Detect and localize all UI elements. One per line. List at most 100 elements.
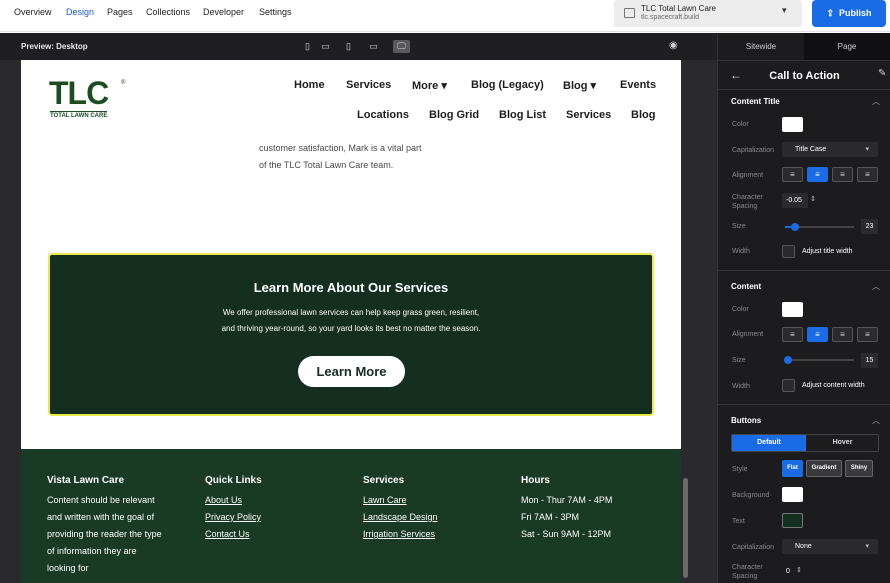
title-width-label: Width <box>732 248 750 255</box>
footer-link-about[interactable]: About Us <box>205 492 262 509</box>
slider-knob[interactable] <box>791 223 800 231</box>
tab-page[interactable]: Page <box>804 33 890 60</box>
menu-blog-grid[interactable]: Blog Grid <box>429 109 479 121</box>
align-right-icon[interactable]: ≡ <box>832 327 853 342</box>
tab-design[interactable]: Design <box>66 7 94 17</box>
menu-blog-dropdown[interactable]: Blog ▾ <box>563 79 596 92</box>
align-center-icon[interactable]: ≡ <box>807 167 828 182</box>
site-domain: tlc.spacecraft.build <box>641 14 699 21</box>
section-content-title[interactable]: Content Title <box>731 97 780 106</box>
menu-blog-2[interactable]: Blog <box>631 109 655 121</box>
footer-col-about: Vista Lawn Care Content should be releva… <box>47 475 162 577</box>
site-preview: TLC ® TOTAL LAWN CARE Home Services More… <box>21 60 681 583</box>
button-background-swatch[interactable] <box>782 487 803 502</box>
desktop-icon[interactable]: 🖵 <box>393 40 410 53</box>
footer-text: of information they are <box>47 546 137 556</box>
learn-more-button[interactable]: Learn More <box>298 356 405 387</box>
pencil-icon[interactable]: ✎ <box>878 68 886 79</box>
title-color-swatch[interactable] <box>782 117 803 132</box>
tab-collections[interactable]: Collections <box>146 7 190 17</box>
chevron-down-icon: ▾ <box>782 5 787 15</box>
content-size-slider[interactable] <box>784 356 854 364</box>
footer-heading: Hours <box>521 475 550 486</box>
content-size-label: Size <box>732 357 746 364</box>
section-buttons[interactable]: Buttons <box>731 416 761 425</box>
chevron-up-icon[interactable]: ︿ <box>872 96 880 107</box>
align-center-icon[interactable]: ≡ <box>807 327 828 342</box>
stepper-icon[interactable]: ⇕ <box>810 195 816 204</box>
style-flat-button[interactable]: Flat <box>782 460 803 477</box>
footer-link-privacy[interactable]: Privacy Policy <box>205 509 262 526</box>
section-content[interactable]: Content <box>731 282 761 291</box>
footer-link-landscape[interactable]: Landscape Design <box>363 509 438 526</box>
logo-subtitle: TOTAL LAWN CARE <box>50 111 108 119</box>
title-width-checkbox[interactable] <box>782 245 795 258</box>
align-justify-icon[interactable]: ≡ <box>857 167 878 182</box>
slider-knob[interactable] <box>784 356 793 364</box>
site-selector[interactable]: TLC Total Lawn Care tlc.spacecraft.build… <box>614 0 802 27</box>
style-gradient-button[interactable]: Gradient <box>806 460 842 477</box>
align-right-icon[interactable]: ≡ <box>832 167 853 182</box>
tab-sitewide[interactable]: Sitewide <box>718 33 804 60</box>
cta-body-line: We offer professional lawn services can … <box>222 308 480 317</box>
button-spacing-input[interactable]: 0 <box>782 564 794 579</box>
menu-home[interactable]: Home <box>294 79 325 91</box>
menu-events[interactable]: Events <box>620 79 656 91</box>
publish-button[interactable]: ⇪ Publish <box>812 0 886 27</box>
menu-blog-list[interactable]: Blog List <box>499 109 546 121</box>
footer-text: and written with the goal of <box>47 512 155 522</box>
panel-tabs: Sitewide Page <box>718 33 890 60</box>
title-size-value[interactable]: 23 <box>861 219 878 234</box>
footer-col-hours: Hours Mon - Thur 7AM - 4PM Fri 7AM - 3PM… <box>521 475 612 543</box>
align-left-icon[interactable]: ≡ <box>782 167 803 182</box>
tab-pages[interactable]: Pages <box>107 7 133 17</box>
menu-services[interactable]: Services <box>346 79 391 91</box>
button-text-swatch[interactable] <box>782 513 803 528</box>
content-size-value[interactable]: 15 <box>861 353 878 368</box>
menu-locations[interactable]: Locations <box>357 109 409 121</box>
title-spacing-input[interactable]: -0.05 <box>782 193 808 208</box>
tablet-landscape-icon[interactable]: ▭ <box>367 40 380 53</box>
content-width-checkbox[interactable] <box>782 379 795 392</box>
publish-label: Publish <box>839 8 872 18</box>
preview-label: Preview: Desktop <box>21 42 88 51</box>
window-icon <box>624 8 635 18</box>
settings-panel: Sitewide Page ← Call to Action ✎ Content… <box>717 33 890 583</box>
chevron-up-icon[interactable]: ︿ <box>872 281 880 292</box>
menu-blog-legacy[interactable]: Blog (Legacy) <box>471 79 544 91</box>
align-justify-icon[interactable]: ≡ <box>857 327 878 342</box>
eye-icon[interactable]: ◉ <box>669 40 678 51</box>
preview-header: Preview: Desktop ▯ ▭ ▯ ▭ 🖵 ◉ <box>0 33 717 60</box>
footer-hours: Sat - Sun 9AM - 12PM <box>521 529 612 539</box>
title-spacing-label: Character Spacing <box>732 193 763 211</box>
align-left-icon[interactable]: ≡ <box>782 327 803 342</box>
label-line: Character <box>732 564 763 571</box>
title-size-slider[interactable] <box>785 223 854 231</box>
stepper-icon[interactable]: ⇕ <box>796 566 802 575</box>
footer-link-contact[interactable]: Contact Us <box>205 526 262 543</box>
button-text-label: Text <box>732 518 745 525</box>
tlc-logo[interactable]: TLC ® TOTAL LAWN CARE <box>49 77 129 122</box>
footer-col-quick-links: Quick Links About Us Privacy Policy Cont… <box>205 475 262 543</box>
menu-services-2[interactable]: Services <box>566 109 611 121</box>
mobile-landscape-icon[interactable]: ▭ <box>320 40 331 53</box>
state-hover[interactable]: Hover <box>806 435 879 451</box>
button-capitalization-select[interactable]: None ▾ <box>782 539 878 554</box>
title-capitalization-select[interactable]: Title Case ▾ <box>782 142 878 157</box>
tab-overview[interactable]: Overview <box>14 7 52 17</box>
tab-settings[interactable]: Settings <box>259 7 292 17</box>
call-to-action-section[interactable]: Learn More About Our Services We offer p… <box>48 253 654 416</box>
footer-link-lawn-care[interactable]: Lawn Care <box>363 492 438 509</box>
preview-scrollbar[interactable] <box>683 478 688 578</box>
style-shiny-button[interactable]: Shiny <box>845 460 873 477</box>
top-bar: Overview Design Pages Collections Develo… <box>0 0 890 32</box>
mobile-portrait-icon[interactable]: ▯ <box>302 40 313 53</box>
tablet-portrait-icon[interactable]: ▯ <box>343 40 354 53</box>
chevron-up-icon[interactable]: ︿ <box>872 415 880 426</box>
tab-developer[interactable]: Developer <box>203 7 244 17</box>
about-line: customer satisfaction, Mark is a vital p… <box>259 143 422 153</box>
state-default[interactable]: Default <box>732 435 806 451</box>
footer-link-irrigation[interactable]: Irrigation Services <box>363 526 438 543</box>
content-color-swatch[interactable] <box>782 302 803 317</box>
menu-more[interactable]: More ▾ <box>412 79 447 92</box>
